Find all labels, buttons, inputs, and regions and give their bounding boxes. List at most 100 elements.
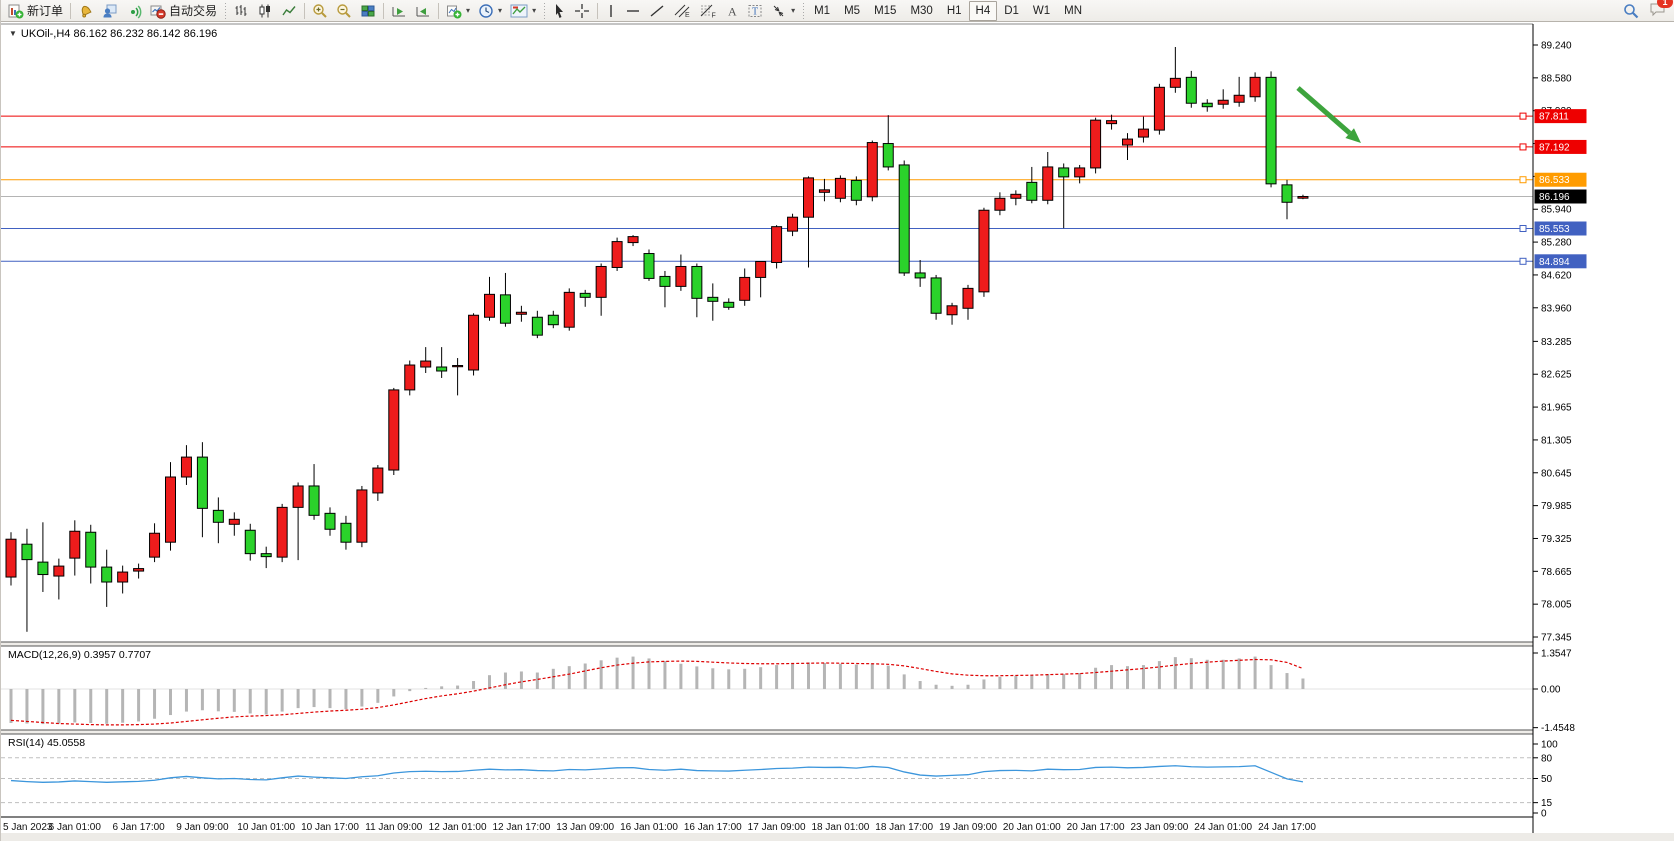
- tab-d1[interactable]: D1: [997, 1, 1026, 21]
- line-chart-icon: [281, 3, 297, 19]
- new-order-button[interactable]: 新订单: [4, 0, 67, 22]
- price-tick-label: 83.960: [1541, 303, 1572, 314]
- trendline-tool-button[interactable]: [645, 0, 669, 22]
- bar-chart-icon: [233, 3, 249, 19]
- candle-body: [532, 317, 542, 335]
- candle-body: [70, 531, 80, 558]
- tab-mn[interactable]: MN: [1057, 1, 1089, 21]
- candle-body: [197, 457, 207, 508]
- chat-unread-badge: 1: [1657, 0, 1673, 8]
- chart-shift-button[interactable]: [411, 0, 435, 22]
- autotrading-button[interactable]: 自动交易: [146, 0, 221, 22]
- bar-chart-button[interactable]: [229, 0, 253, 22]
- templates-button[interactable]: ▾: [506, 0, 540, 22]
- alerts-button[interactable]: [74, 0, 98, 22]
- candle-body: [564, 292, 574, 327]
- candle-body: [1027, 182, 1037, 200]
- text-tool-button[interactable]: A: [721, 0, 743, 22]
- time-tick-label: 10 Jan 01:00: [237, 822, 295, 833]
- auto-scroll-button[interactable]: [387, 0, 411, 22]
- candlestick-chart-button[interactable]: [253, 0, 277, 22]
- hline-price-label-text: 85.553: [1539, 224, 1570, 235]
- candle-body: [277, 507, 287, 557]
- candle-body: [437, 367, 447, 371]
- chart-window[interactable]: 89.24088.58087.92087.26086.60085.94085.2…: [1, 22, 1674, 841]
- pane-splitter[interactable]: [1, 730, 1674, 734]
- candle-body: [22, 544, 32, 559]
- candle-body: [373, 468, 383, 493]
- tab-m1[interactable]: M1: [807, 1, 837, 21]
- time-tick-label: 24 Jan 17:00: [1258, 822, 1316, 833]
- fibonacci-icon: F: [699, 3, 717, 19]
- signals-button[interactable]: [122, 0, 146, 22]
- crosshair-button[interactable]: [570, 0, 594, 22]
- time-tick-label: 20 Jan 01:00: [1003, 822, 1061, 833]
- search-icon[interactable]: [1623, 3, 1639, 19]
- text-label-tool-button[interactable]: T: [743, 0, 767, 22]
- price-axis[interactable]: 89.24088.58087.92087.26086.60085.94085.2…: [1533, 22, 1674, 841]
- time-tick-label: 12 Jan 01:00: [429, 822, 487, 833]
- zoom-in-button[interactable]: [308, 0, 332, 22]
- candle-body: [1218, 100, 1228, 104]
- periods-button[interactable]: ▾: [474, 0, 506, 22]
- svg-text:F: F: [712, 12, 716, 19]
- candle-body: [867, 143, 877, 197]
- person-icon: [102, 3, 118, 19]
- indicators-button[interactable]: ▾: [442, 0, 474, 22]
- candle-body: [261, 554, 271, 557]
- rsi-label: RSI(14) 45.0558: [8, 737, 85, 749]
- arrows-tool-button[interactable]: ▾: [767, 0, 799, 22]
- tab-m5[interactable]: M5: [837, 1, 867, 21]
- candle-body: [134, 569, 144, 571]
- zoom-out-button[interactable]: [332, 0, 356, 22]
- hline-price-label-text: 87.192: [1539, 142, 1570, 153]
- candle-body: [819, 190, 829, 192]
- toolbar-grip: [542, 3, 546, 19]
- hline-handle[interactable]: [1520, 258, 1526, 264]
- hline-handle[interactable]: [1520, 226, 1526, 232]
- candle-body: [500, 295, 510, 323]
- tab-m30[interactable]: M30: [903, 1, 939, 21]
- candle-body: [979, 210, 989, 292]
- macd-axis-label: -1.4548: [1541, 723, 1575, 734]
- chart-title: ▼UKOil-,H4 86.162 86.232 86.142 86.196: [9, 28, 217, 40]
- hline-handle[interactable]: [1520, 177, 1526, 183]
- hline-handle[interactable]: [1520, 144, 1526, 150]
- candle-body: [676, 266, 686, 286]
- vertical-line-tool-button[interactable]: [601, 0, 621, 22]
- hline-handle[interactable]: [1520, 113, 1526, 119]
- horizontal-line-tool-button[interactable]: [621, 0, 645, 22]
- new-order-icon: [8, 3, 24, 19]
- candle-body: [357, 490, 367, 542]
- notifications-chat-button[interactable]: 1: [1649, 1, 1666, 20]
- autotrading-icon: [150, 3, 166, 19]
- tab-h4[interactable]: H4: [969, 1, 998, 21]
- candle-body: [181, 457, 191, 477]
- fibonacci-tool-button[interactable]: F: [695, 0, 721, 22]
- candle-body: [692, 266, 702, 298]
- line-chart-button[interactable]: [277, 0, 301, 22]
- chart-collapse-icon[interactable]: ▼: [9, 29, 17, 38]
- candle-body: [1011, 194, 1021, 198]
- candle-body: [724, 302, 734, 307]
- price-tick-label: 77.345: [1541, 633, 1572, 644]
- candle-body: [86, 532, 96, 567]
- rsi-axis-label: 15: [1541, 798, 1553, 809]
- tile-windows-button[interactable]: [356, 0, 380, 22]
- candle-body: [915, 273, 925, 278]
- tab-w1[interactable]: W1: [1026, 1, 1057, 21]
- tab-m15[interactable]: M15: [867, 1, 903, 21]
- chart-canvas[interactable]: 89.24088.58087.92087.26086.60085.94085.2…: [1, 22, 1674, 841]
- cursor-button[interactable]: [548, 0, 570, 22]
- zoom-in-icon: [312, 3, 328, 19]
- text-icon: A: [725, 3, 739, 19]
- time-tick-label: 16 Jan 01:00: [620, 822, 678, 833]
- cursor-icon: [552, 3, 566, 19]
- community-button[interactable]: [98, 0, 122, 22]
- candle-body: [1282, 185, 1292, 202]
- svg-text:T: T: [752, 6, 758, 17]
- pane-splitter[interactable]: [1, 642, 1674, 646]
- channel-tool-button[interactable]: E: [669, 0, 695, 22]
- tab-h1[interactable]: H1: [940, 1, 969, 21]
- zoom-out-icon: [336, 3, 352, 19]
